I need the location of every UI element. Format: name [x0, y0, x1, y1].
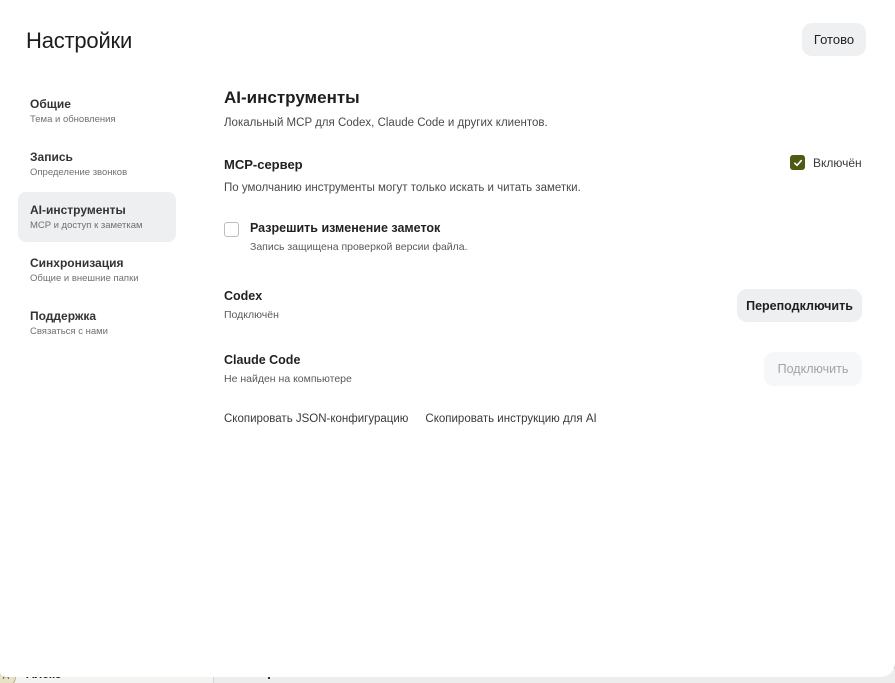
sidebar-item-ai-tools[interactable]: AI-инструменты MCP и доступ к заметкам: [18, 192, 176, 242]
sidebar-item-support[interactable]: Поддержка Связаться с нами: [18, 298, 176, 348]
copy-json-config-link[interactable]: Скопировать JSON-конфигурацию: [224, 413, 408, 425]
sidebar-item-subtitle: Тема и обновления: [30, 114, 116, 125]
sidebar-item-label: AI-инструменты: [30, 203, 126, 217]
sidebar-item-subtitle: MCP и доступ к заметкам: [30, 220, 143, 231]
allow-edit-hint: Запись защищена проверкой версии файла.: [250, 241, 468, 253]
sidebar-item-label: Запись: [30, 150, 73, 164]
settings-dialog: Настройки Готово Общие Тема и обновления…: [0, 0, 895, 677]
connect-claude-code-button[interactable]: Подключить: [764, 352, 862, 386]
done-button[interactable]: Готово: [802, 23, 866, 56]
sidebar-item-sync[interactable]: Синхронизация Общие и внешние папки: [18, 245, 176, 295]
client-codex-status: Подключён: [224, 309, 279, 321]
allow-edit-checkbox[interactable]: [224, 222, 239, 237]
sidebar-item-subtitle: Общие и внешние папки: [30, 273, 139, 284]
settings-sidebar: Общие Тема и обновления Запись Определен…: [18, 86, 176, 351]
dialog-title: Настройки: [26, 28, 133, 53]
sidebar-item-label: Общие: [30, 97, 71, 111]
sidebar-item-subtitle: Определение звонков: [30, 167, 128, 178]
sidebar-item-label: Синхронизация: [30, 256, 124, 270]
sidebar-item-general[interactable]: Общие Тема и обновления: [18, 86, 176, 136]
section-title: AI-инструменты: [224, 88, 360, 107]
mcp-server-description: По умолчанию инструменты могут только ис…: [224, 182, 581, 194]
client-claude-code-name: Claude Code: [224, 353, 301, 367]
copy-links: Скопировать JSON-конфигурацию Скопироват…: [224, 413, 597, 425]
mcp-enabled-label: Включён: [813, 155, 862, 170]
sidebar-item-recording[interactable]: Запись Определение звонков: [18, 139, 176, 189]
mcp-server-title: MCP-сервер: [224, 157, 303, 172]
copy-ai-instructions-link[interactable]: Скопировать инструкцию для AI: [425, 413, 596, 425]
section-description: Локальный MCP для Codex, Claude Code и д…: [224, 117, 548, 129]
reconnect-codex-button[interactable]: Переподключить: [737, 289, 862, 322]
client-codex-name: Codex: [224, 289, 263, 303]
checkmark-icon[interactable]: [790, 155, 805, 170]
client-claude-code-status: Не найден на компьютере: [224, 373, 352, 385]
sidebar-item-label: Поддержка: [30, 309, 97, 323]
allow-edit-label[interactable]: Разрешить изменение заметок: [250, 221, 440, 235]
sidebar-item-subtitle: Связаться с нами: [30, 326, 108, 337]
mcp-enabled-toggle[interactable]: Включён: [790, 155, 862, 170]
